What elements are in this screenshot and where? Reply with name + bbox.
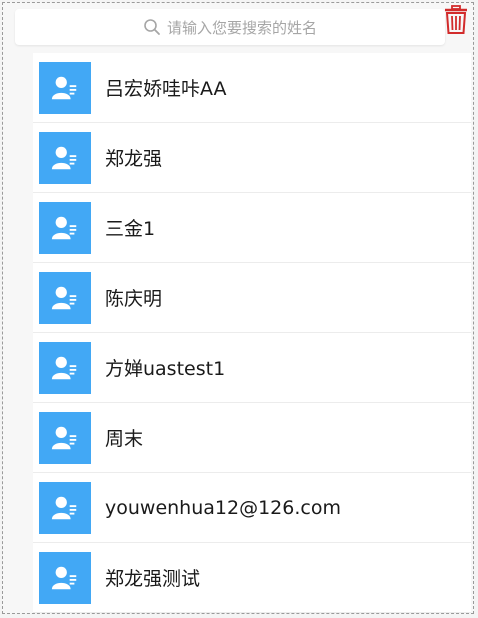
list-item[interactable]: youwenhua12@126.com bbox=[33, 473, 471, 543]
contact-name: 郑龙强测试 bbox=[105, 568, 201, 590]
avatar bbox=[39, 131, 91, 184]
search-input[interactable]: 请输入您要搜索的姓名 bbox=[167, 17, 317, 38]
avatar bbox=[39, 551, 91, 604]
avatar bbox=[39, 201, 91, 254]
contact-name: 吕宏娇哇咔AA bbox=[105, 78, 227, 100]
list-item[interactable]: 郑龙强测试 bbox=[33, 543, 471, 613]
trash-icon[interactable] bbox=[443, 5, 469, 35]
search-bar[interactable]: 请输入您要搜索的姓名 bbox=[15, 9, 445, 45]
contact-name: 三金1 bbox=[105, 218, 156, 240]
contact-picker-frame: 请输入您要搜索的姓名 吕宏娇哇咔AA 郑龙强 三金1 陈庆明 方婵uastest… bbox=[2, 2, 474, 614]
avatar bbox=[39, 411, 91, 464]
list-item[interactable]: 三金1 bbox=[33, 193, 471, 263]
list-item[interactable]: 周末 bbox=[33, 403, 471, 473]
person-card-icon bbox=[51, 496, 77, 519]
list-item[interactable]: 方婵uastest1 bbox=[33, 333, 471, 403]
person-card-icon bbox=[51, 146, 77, 169]
person-card-icon bbox=[51, 426, 77, 449]
avatar bbox=[39, 271, 91, 324]
person-card-icon bbox=[51, 566, 77, 589]
search-icon bbox=[143, 18, 161, 36]
list-item[interactable]: 郑龙强 bbox=[33, 123, 471, 193]
avatar bbox=[39, 341, 91, 394]
list-item[interactable]: 吕宏娇哇咔AA bbox=[33, 53, 471, 123]
contact-name: youwenhua12@126.com bbox=[105, 496, 341, 519]
avatar bbox=[39, 481, 91, 534]
person-card-icon bbox=[51, 216, 77, 239]
person-card-icon bbox=[51, 286, 77, 309]
contact-name: 周末 bbox=[105, 428, 144, 450]
contact-name: 陈庆明 bbox=[105, 288, 163, 310]
person-card-icon bbox=[51, 356, 77, 379]
contact-name: 郑龙强 bbox=[105, 148, 163, 170]
avatar bbox=[39, 61, 91, 114]
person-card-icon bbox=[51, 76, 77, 99]
contact-name: 方婵uastest1 bbox=[105, 358, 226, 380]
list-item[interactable]: 陈庆明 bbox=[33, 263, 471, 333]
contact-list: 吕宏娇哇咔AA 郑龙强 三金1 陈庆明 方婵uastest1 周末 youwen… bbox=[33, 53, 471, 613]
